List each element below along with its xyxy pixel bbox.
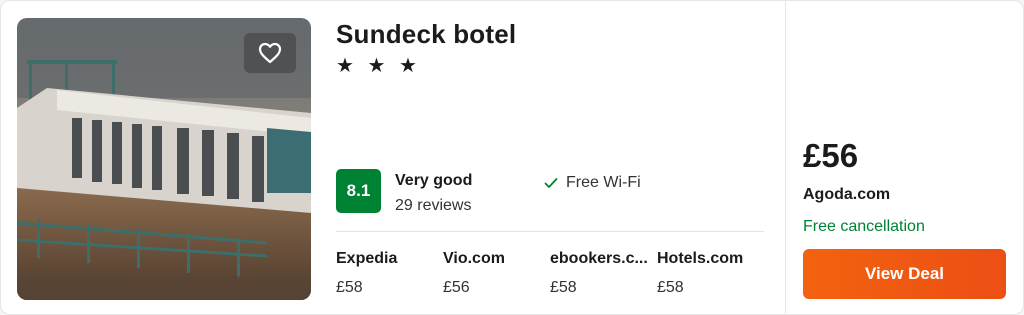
provider-price: £58 <box>550 279 577 296</box>
star-rating: ★ ★ ★ <box>336 55 421 77</box>
provider-price: £58 <box>657 279 684 296</box>
provider-hotels-com[interactable]: Hotels.com £58 <box>657 250 757 297</box>
hotel-photo[interactable] <box>17 18 311 300</box>
provider-vio[interactable]: Vio.com £56 <box>443 250 543 297</box>
deal-provider: Agoda.com <box>803 186 891 203</box>
rating-label: Very good <box>395 172 473 189</box>
provider-name: Hotels.com <box>657 250 744 267</box>
free-cancellation-label: Free cancellation <box>803 218 925 235</box>
provider-price: £58 <box>336 279 363 296</box>
hotel-name[interactable]: Sundeck botel <box>336 19 516 50</box>
provider-name: Vio.com <box>443 250 505 267</box>
amenity-free-wifi: Free Wi-Fi <box>544 174 641 192</box>
rating-score-badge: 8.1 <box>336 169 381 213</box>
hotel-card[interactable]: Sundeck botel ★ ★ ★ 8.1 Very good 29 rev… <box>0 0 1024 315</box>
favorite-button[interactable] <box>244 33 296 73</box>
section-divider <box>336 231 764 232</box>
view-deal-button[interactable]: View Deal <box>803 249 1006 299</box>
provider-price: £56 <box>443 279 470 296</box>
provider-expedia[interactable]: Expedia £58 <box>336 250 436 297</box>
deal-price: £56 <box>803 137 859 174</box>
heart-icon <box>258 42 282 64</box>
check-icon <box>544 177 558 189</box>
provider-name: Expedia <box>336 250 398 267</box>
amenity-label: Free Wi-Fi <box>566 174 641 191</box>
provider-ebookers[interactable]: ebookers.c... £58 <box>550 250 650 297</box>
review-count[interactable]: 29 reviews <box>395 197 471 215</box>
provider-name: ebookers.c... <box>550 250 648 267</box>
deal-divider <box>785 1 786 314</box>
